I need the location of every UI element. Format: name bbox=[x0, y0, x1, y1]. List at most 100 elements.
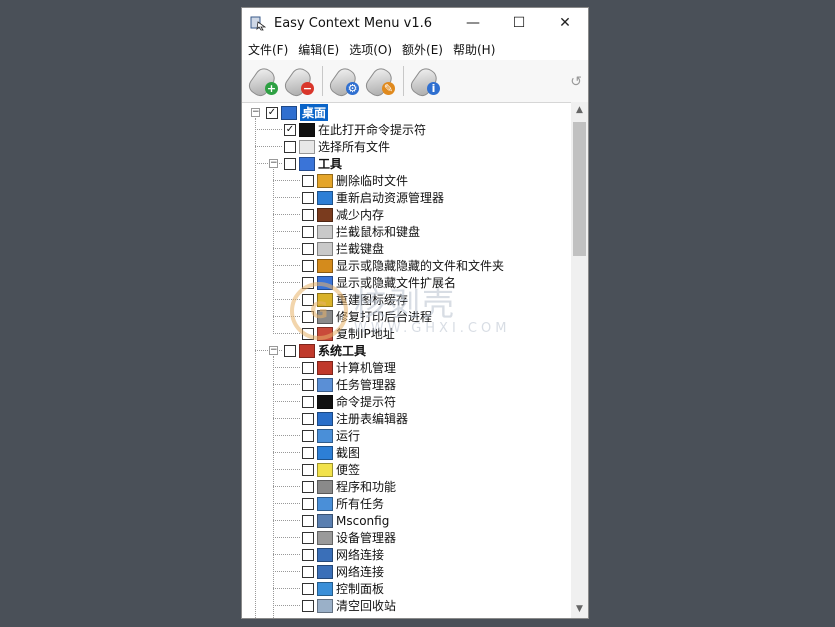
tree-item-checkbox[interactable] bbox=[302, 480, 314, 493]
tree-item[interactable]: 清空回收站 bbox=[302, 597, 396, 614]
tree-item-label: 便签 bbox=[336, 463, 361, 477]
tree-item[interactable]: 便签 bbox=[302, 461, 360, 478]
tree-item-checkbox[interactable] bbox=[302, 565, 314, 578]
tree-item[interactable]: 拦截键盘 bbox=[302, 240, 384, 257]
tree-item[interactable]: ✓ 桌面 bbox=[266, 104, 329, 121]
tree-item-checkbox[interactable] bbox=[302, 446, 314, 459]
tree-item[interactable]: 注册表编辑器 bbox=[302, 410, 408, 427]
title-bar[interactable]: Easy Context Menu v1.6 — ☐ ✕ bbox=[242, 8, 588, 38]
scroll-up-icon[interactable]: ▲ bbox=[571, 102, 588, 119]
tree-connector bbox=[273, 299, 300, 300]
tree-item-label: 清空回收站 bbox=[336, 599, 397, 613]
tree-item-checkbox[interactable] bbox=[302, 259, 314, 272]
tree-item-checkbox[interactable] bbox=[302, 293, 314, 306]
remove-item-button[interactable]: − bbox=[281, 64, 316, 100]
tree-item-checkbox[interactable] bbox=[302, 548, 314, 561]
tree-item[interactable]: 所有任务 bbox=[302, 495, 384, 512]
tree-connector bbox=[273, 452, 300, 453]
tree-item-checkbox[interactable] bbox=[284, 344, 296, 357]
tree-item[interactable]: 拦截鼠标和键盘 bbox=[302, 223, 420, 240]
tree-item-checkbox[interactable] bbox=[302, 599, 314, 612]
tree-item-checkbox[interactable] bbox=[302, 412, 314, 425]
tree-collapse-toggle[interactable]: − bbox=[269, 346, 278, 355]
add-item-button[interactable]: + bbox=[245, 64, 280, 100]
tree-item-checkbox[interactable] bbox=[302, 174, 314, 187]
tree-item-checkbox[interactable]: ✓ bbox=[284, 123, 296, 136]
tree-item[interactable]: 系统工具 bbox=[284, 342, 366, 359]
menu-file[interactable]: 文件(F) bbox=[244, 41, 292, 58]
maximize-button[interactable]: ☐ bbox=[496, 8, 542, 38]
tree-item[interactable]: 网络连接 bbox=[302, 546, 384, 563]
tree-item-checkbox[interactable] bbox=[302, 242, 314, 255]
memory-icon bbox=[317, 207, 333, 222]
tree-item-checkbox[interactable] bbox=[302, 378, 314, 391]
tree-item-checkbox[interactable] bbox=[302, 514, 314, 527]
tree-item-checkbox[interactable] bbox=[302, 191, 314, 204]
tree-item-checkbox[interactable] bbox=[302, 208, 314, 221]
tree-item[interactable]: 任务管理器 bbox=[302, 376, 396, 393]
tree-item-label: 系统工具 bbox=[318, 344, 367, 358]
tree-item[interactable]: 截图 bbox=[302, 444, 360, 461]
recycle-bin-icon bbox=[317, 598, 333, 613]
tree-item[interactable]: 运行 bbox=[302, 427, 360, 444]
tree-item[interactable]: 重新启动资源管理器 bbox=[302, 189, 444, 206]
tree-item-checkbox[interactable] bbox=[302, 310, 314, 323]
tree-item-checkbox[interactable] bbox=[302, 225, 314, 238]
tree-item[interactable]: ✓ 在此打开命令提示符 bbox=[284, 121, 426, 138]
tree-connector bbox=[273, 384, 300, 385]
tree-item-checkbox[interactable] bbox=[302, 497, 314, 510]
hidden-files-icon bbox=[317, 258, 333, 273]
tree-item-checkbox[interactable] bbox=[302, 276, 314, 289]
tree-item-label: 运行 bbox=[336, 429, 361, 443]
tree-item[interactable]: 工具 bbox=[284, 155, 342, 172]
tree-item-checkbox[interactable] bbox=[302, 361, 314, 374]
tree-item[interactable]: 控制面板 bbox=[302, 580, 384, 597]
tree-item-checkbox[interactable] bbox=[302, 395, 314, 408]
cleanup-button[interactable]: ✎ bbox=[362, 64, 397, 100]
tree-item[interactable]: 命令提示符 bbox=[302, 393, 396, 410]
tree-collapse-toggle[interactable]: − bbox=[269, 159, 278, 168]
tree-item[interactable]: 网络连接 bbox=[302, 563, 384, 580]
tree-item[interactable]: 复制IP地址 bbox=[302, 325, 395, 342]
tree-item-checkbox[interactable] bbox=[284, 157, 296, 170]
tree-item[interactable]: 修复打印后台进程 bbox=[302, 308, 432, 325]
tree-item-checkbox[interactable] bbox=[302, 531, 314, 544]
tree-item-checkbox[interactable] bbox=[302, 582, 314, 595]
tree-item[interactable]: 显示或隐藏隐藏的文件和文件夹 bbox=[302, 257, 504, 274]
tree-item[interactable]: 程序和功能 bbox=[302, 478, 396, 495]
undo-icon[interactable]: ↺ bbox=[570, 74, 582, 90]
settings-button[interactable]: ⚙ bbox=[326, 64, 361, 100]
menu-options[interactable]: 选项(O) bbox=[345, 41, 396, 58]
menu-edit[interactable]: 编辑(E) bbox=[294, 41, 343, 58]
tree-item-checkbox[interactable] bbox=[284, 140, 296, 153]
tree-item[interactable]: Msconfig bbox=[302, 512, 389, 529]
minimize-button[interactable]: — bbox=[450, 8, 496, 38]
tree-item[interactable]: 重建图标缓存 bbox=[302, 291, 408, 308]
context-menu-tree: − ✓ 桌面 ✓ 在此打开命令提示符 选择所有文件 − 工具 删除临时文件 重新启动资源管理器 减少… bbox=[242, 102, 570, 618]
tree-item-checkbox[interactable]: ✓ bbox=[266, 106, 278, 119]
vertical-scrollbar[interactable]: ▲ ▼ bbox=[571, 102, 588, 618]
tree-item[interactable]: 删除临时文件 bbox=[302, 172, 408, 189]
close-button[interactable]: ✕ bbox=[542, 8, 588, 38]
run-icon bbox=[317, 428, 333, 443]
tree-item-label: 程序和功能 bbox=[336, 480, 397, 494]
tree-connector bbox=[273, 469, 300, 470]
tree-item[interactable]: 设备管理器 bbox=[302, 529, 396, 546]
tree-connector bbox=[273, 605, 300, 606]
menu-help[interactable]: 帮助(H) bbox=[449, 41, 499, 58]
tree-item-checkbox[interactable] bbox=[302, 463, 314, 476]
scroll-down-icon[interactable]: ▼ bbox=[571, 601, 588, 618]
badge-icon: i bbox=[427, 82, 440, 95]
about-button[interactable]: i bbox=[407, 64, 442, 100]
network-connections-icon bbox=[317, 547, 333, 562]
tree-item[interactable]: 显示或隐藏文件扩展名 bbox=[302, 274, 456, 291]
badge-icon: ✎ bbox=[382, 82, 395, 95]
tree-item[interactable]: 选择所有文件 bbox=[284, 138, 390, 155]
scrollbar-thumb[interactable] bbox=[573, 122, 586, 256]
tree-item[interactable]: 减少内存 bbox=[302, 206, 384, 223]
menu-extras[interactable]: 额外(E) bbox=[398, 41, 447, 58]
tree-item[interactable]: 计算机管理 bbox=[302, 359, 396, 376]
tree-item-checkbox[interactable] bbox=[302, 327, 314, 340]
tree-collapse-toggle[interactable]: − bbox=[251, 108, 260, 117]
tree-item-checkbox[interactable] bbox=[302, 429, 314, 442]
